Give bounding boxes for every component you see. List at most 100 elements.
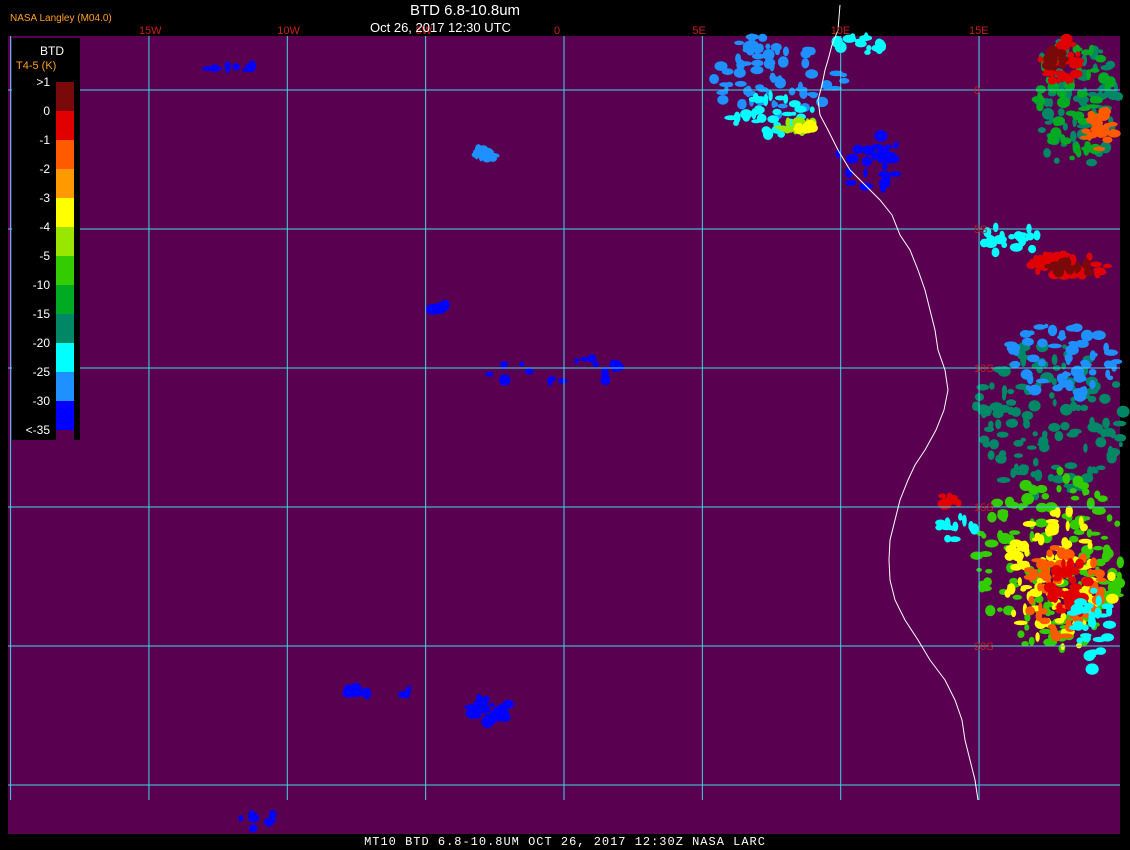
legend-title: BTD xyxy=(40,44,64,58)
cloud-cell xyxy=(876,147,890,158)
cloud-cell xyxy=(1075,51,1081,57)
cloud-cell xyxy=(1080,523,1088,532)
cloud-cell xyxy=(1067,268,1075,275)
cloud-cell xyxy=(1041,107,1055,120)
cloud-cell xyxy=(1047,132,1056,143)
legend-swatch xyxy=(56,285,74,314)
cloud-cell xyxy=(1061,539,1073,549)
cloud-cell xyxy=(1095,54,1107,63)
cloud-cell xyxy=(1110,359,1123,365)
cloud-cell xyxy=(1091,96,1103,104)
cloud-cell xyxy=(987,450,995,461)
legend-level-label: -30 xyxy=(32,394,50,408)
cloud-cell xyxy=(1051,354,1058,366)
cloud-cell xyxy=(978,585,992,592)
lat-label: 5S xyxy=(974,224,987,236)
cloud-cell xyxy=(1024,624,1030,631)
cloud-cell xyxy=(498,710,506,717)
cloud-cell xyxy=(519,361,525,367)
cloud-cell xyxy=(1050,631,1062,642)
cloud-cell xyxy=(777,103,788,109)
cloud-cell xyxy=(1081,146,1088,151)
cloud-cell xyxy=(1056,547,1067,560)
cloud-cell xyxy=(1094,267,1101,279)
cloud-cell xyxy=(724,115,738,121)
cloud-cell xyxy=(861,156,872,167)
cloud-cell xyxy=(1102,548,1114,559)
cloud-cell xyxy=(485,371,494,377)
legend-level-label: -5 xyxy=(39,249,50,263)
cloud-cell xyxy=(557,377,568,384)
cloud-cell xyxy=(1043,148,1051,158)
cloud-cell xyxy=(1083,650,1096,662)
cloud-cell xyxy=(991,247,1000,258)
cloud-cell xyxy=(777,75,783,85)
cloud-cell xyxy=(794,105,807,113)
cloud-cell xyxy=(1032,431,1038,437)
cloud-cell xyxy=(962,514,967,527)
cloud-cell xyxy=(1037,359,1047,367)
cloud-cell xyxy=(1067,570,1073,580)
cloud-cell xyxy=(502,699,515,709)
cloud-cell xyxy=(485,720,490,728)
cloud-cell xyxy=(969,523,979,535)
cloud-cell xyxy=(1037,338,1048,348)
source-label: NASA Langley (M04.0) xyxy=(10,13,112,24)
cloud-cell xyxy=(1057,108,1065,117)
cloud-cell xyxy=(1057,96,1071,109)
cloud-cell xyxy=(752,96,766,104)
cloud-cell xyxy=(1075,262,1082,273)
cloud-cell xyxy=(791,111,797,116)
cloud-cell xyxy=(1083,443,1088,453)
cloud-cell xyxy=(1071,592,1080,598)
cloud-cell xyxy=(1008,348,1018,355)
cloud-cell xyxy=(1028,400,1041,412)
cloud-cell xyxy=(1089,350,1096,361)
cloud-cell xyxy=(999,230,1005,243)
cloud-cell xyxy=(1058,330,1065,341)
cloud-cell xyxy=(1017,577,1022,586)
cloud-cell xyxy=(1066,558,1074,570)
cloud-cell xyxy=(1105,369,1111,379)
cloud-cell xyxy=(1103,342,1110,353)
cloud-cell xyxy=(1052,399,1057,407)
cloud-cell xyxy=(592,361,600,368)
cloud-cell xyxy=(1060,643,1065,651)
cloud-cell xyxy=(1052,593,1059,603)
legend-level-label: <-35 xyxy=(25,423,50,437)
cloud-cell xyxy=(989,439,999,450)
cloud-cell xyxy=(889,171,902,177)
cloud-cell xyxy=(1009,550,1018,556)
cloud-cell xyxy=(793,126,804,132)
cloud-cell xyxy=(1013,453,1023,458)
cloud-cell xyxy=(1069,155,1075,161)
cloud-cell xyxy=(248,824,258,833)
cloud-cell xyxy=(1098,49,1104,54)
legend-swatch xyxy=(56,343,74,372)
cloud-cell xyxy=(1089,68,1100,73)
cloud-cell xyxy=(1028,596,1035,605)
cloud-cell xyxy=(863,32,869,42)
cloud-cell xyxy=(1091,506,1106,515)
cloud-cell xyxy=(1055,49,1067,58)
cloud-cell xyxy=(1061,35,1070,44)
lat-label: 0 xyxy=(974,85,980,97)
cloud-cell xyxy=(1075,558,1084,569)
cloud-cell xyxy=(1037,56,1044,63)
cloud-cell xyxy=(1110,128,1117,134)
cloud-cell xyxy=(750,65,764,75)
cloud-cell xyxy=(1005,399,1017,406)
cloud-cell xyxy=(739,61,752,66)
cloud-cell xyxy=(1060,257,1072,268)
cloud-cell xyxy=(1088,531,1101,536)
cloud-cell xyxy=(1102,136,1113,144)
cloud-cell xyxy=(892,142,899,149)
cloud-cell xyxy=(1010,563,1023,571)
cloud-cell xyxy=(1036,484,1048,494)
cloud-cell xyxy=(1013,231,1024,240)
cloud-cell xyxy=(807,47,816,56)
legend-level-label: -4 xyxy=(39,220,50,234)
cloud-cell xyxy=(1049,392,1055,399)
cloud-cell xyxy=(492,712,497,722)
cloud-cell xyxy=(756,113,767,123)
